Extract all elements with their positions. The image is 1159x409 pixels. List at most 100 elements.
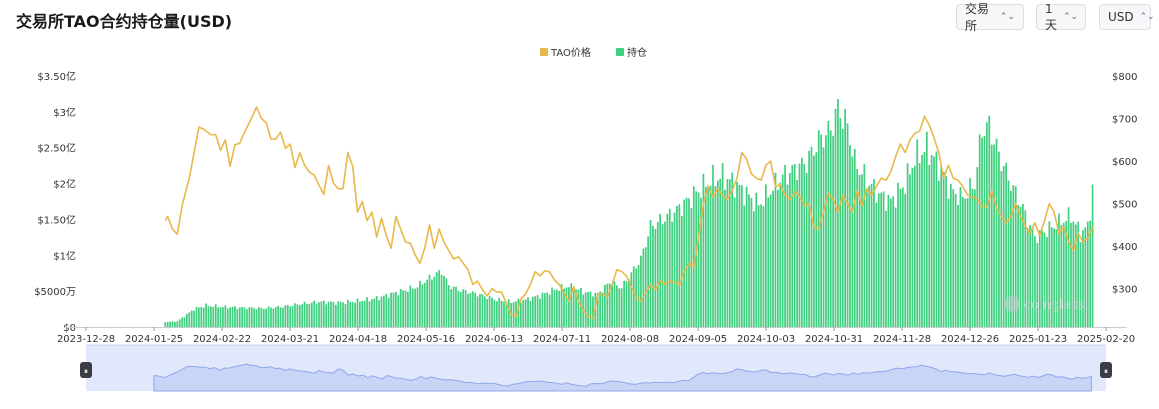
oi-bar — [877, 193, 880, 327]
oi-bar — [733, 197, 736, 327]
oi-bar — [200, 307, 203, 327]
oi-bar — [820, 134, 822, 327]
oi-bar — [978, 134, 981, 327]
oi-bar — [685, 197, 688, 327]
oi-bar — [471, 291, 474, 327]
oi-bar — [889, 198, 892, 327]
chart-legend[interactable]: TAO价格 持仓 — [540, 46, 647, 59]
oi-bar — [990, 144, 993, 327]
oi-bar — [921, 154, 923, 327]
oi-bar — [719, 178, 722, 327]
oi-bar — [1089, 220, 1092, 327]
oi-bar — [913, 165, 916, 327]
oi-bar — [529, 301, 532, 327]
oi-bar — [882, 191, 885, 327]
y-tick-label: $3亿 — [53, 106, 76, 119]
oi-bar — [777, 189, 779, 327]
x-tick-label: 2023-12-28 — [57, 334, 115, 345]
oi-bar — [212, 306, 215, 327]
oi-bar — [779, 182, 782, 327]
y-axis-left: $0 $5000万 $1亿 $1.50亿 $2亿 $2.50亿 $3亿 $3.50亿 — [34, 70, 76, 334]
oi-bar — [363, 300, 366, 327]
x-tick-label: 2024-11-28 — [873, 334, 931, 345]
x-tick-label: 2024-12-26 — [941, 334, 999, 345]
oi-bar — [241, 306, 244, 327]
oi-bar — [611, 285, 613, 327]
oi-bar — [983, 135, 986, 327]
oi-bar — [315, 303, 318, 327]
oi-bar — [981, 137, 983, 327]
oi-bar — [760, 204, 762, 327]
oi-bar — [587, 292, 589, 327]
oi-bar — [399, 288, 402, 327]
oi-bar — [565, 287, 568, 327]
oi-bar — [805, 173, 808, 327]
oi-bar — [625, 281, 628, 327]
oi-bar — [680, 216, 683, 327]
oi-bar — [613, 281, 616, 327]
oi-bar — [188, 312, 191, 327]
oi-bar — [301, 304, 304, 327]
oi-bar — [628, 279, 630, 327]
oi-bar — [322, 300, 325, 327]
oi-bar — [274, 307, 277, 327]
oi-bar — [728, 179, 731, 327]
oi-bar — [623, 280, 625, 327]
oi-bar — [411, 288, 414, 327]
oi-bar — [1079, 242, 1082, 327]
oi-bar — [726, 179, 729, 327]
oi-bar — [395, 291, 397, 327]
y2-tick-label: $500 — [1112, 200, 1137, 211]
legend-swatch[interactable] — [540, 48, 548, 56]
oi-bar — [644, 247, 647, 327]
y-axis-right: $300 $400 $500 $600 $700 $800 — [1112, 72, 1137, 296]
oi-bar — [310, 302, 313, 327]
range-navigator[interactable]: ⏸ ⏸ — [80, 344, 1112, 392]
oi-bar — [839, 118, 842, 327]
oi-bar — [1034, 236, 1036, 327]
oi-bar — [397, 295, 400, 327]
oi-bar — [952, 189, 955, 327]
oi-bar — [584, 292, 587, 327]
legend-swatch[interactable] — [616, 48, 624, 56]
oi-bar — [354, 302, 356, 327]
oi-bar — [772, 190, 774, 327]
oi-bar — [373, 298, 376, 327]
oi-bar — [870, 184, 873, 327]
oi-bar — [407, 291, 409, 327]
oi-bar — [791, 165, 794, 327]
oi-bar — [630, 272, 633, 327]
oi-bar — [906, 163, 909, 327]
oi-bar — [887, 194, 890, 327]
drag-handle-icon: ⏸ — [1104, 367, 1108, 376]
x-axis: 2023-12-28 2024-01-25 2024-02-22 2024-03-21… — [57, 327, 1135, 345]
oi-bar — [892, 196, 895, 327]
oi-bar — [198, 307, 200, 327]
oi-bar — [474, 292, 477, 327]
oi-bar — [940, 166, 943, 327]
oi-bar — [270, 307, 272, 327]
x-tick-label: 2024-03-21 — [261, 334, 319, 345]
open-interest-chart[interactable]: TAO价格 持仓 $0 $5000万 $1亿 $1.50亿 $2亿 $2.50亿 $3亿 $3.… — [0, 0, 1159, 409]
oi-bar — [325, 304, 328, 327]
oi-bar — [961, 196, 964, 327]
oi-bar — [738, 185, 741, 327]
y2-tick-label: $600 — [1112, 157, 1137, 168]
oi-bar — [808, 150, 810, 327]
oi-bar — [949, 183, 952, 327]
oi-bar — [356, 298, 359, 327]
oi-bar — [483, 296, 486, 327]
oi-bar — [774, 172, 777, 327]
oi-bar — [531, 296, 534, 327]
oi-bar — [834, 108, 837, 327]
oi-bar — [265, 308, 268, 327]
oi-bar — [498, 297, 501, 327]
watermark-text: coinglass — [1024, 298, 1085, 313]
legend-label: 持仓 — [627, 46, 647, 59]
oi-bar — [284, 305, 287, 327]
oi-bar — [937, 180, 940, 327]
oi-bar — [933, 156, 935, 327]
oi-bar — [536, 295, 539, 327]
oi-bar — [861, 174, 863, 327]
oi-bar — [479, 294, 481, 327]
